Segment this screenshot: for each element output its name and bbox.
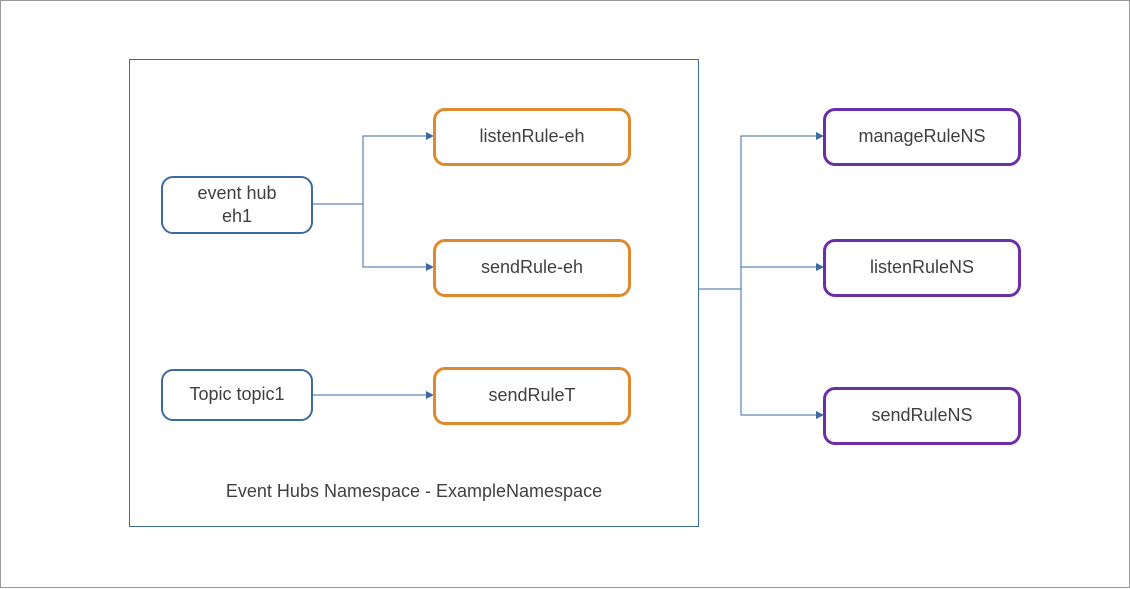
connector-ns-manage xyxy=(699,136,823,289)
connector-ns-listen xyxy=(699,267,823,289)
listen-rule-ns-box: listenRuleNS xyxy=(823,239,1021,297)
send-rule-t-box: sendRuleT xyxy=(433,367,631,425)
send-rule-eh-box: sendRule-eh xyxy=(433,239,631,297)
event-hub-line1: event hub xyxy=(197,183,276,203)
event-hub-line2: eh1 xyxy=(222,206,252,226)
listen-rule-ns-label: listenRuleNS xyxy=(870,256,974,279)
manage-rule-ns-box: manageRuleNS xyxy=(823,108,1021,166)
listen-rule-eh-label: listenRule-eh xyxy=(479,125,584,148)
event-hub-box: event hub eh1 xyxy=(161,176,313,234)
send-rule-ns-label: sendRuleNS xyxy=(871,404,972,427)
manage-rule-ns-label: manageRuleNS xyxy=(858,125,985,148)
namespace-caption: Event Hubs Namespace - ExampleNamespace xyxy=(129,481,699,502)
send-rule-ns-box: sendRuleNS xyxy=(823,387,1021,445)
listen-rule-eh-box: listenRule-eh xyxy=(433,108,631,166)
send-rule-t-label: sendRuleT xyxy=(488,384,575,407)
connector-ns-send xyxy=(699,289,823,415)
topic-box: Topic topic1 xyxy=(161,369,313,421)
diagram-canvas: event hub eh1 Topic topic1 listenRule-eh… xyxy=(0,0,1130,588)
topic-label: Topic topic1 xyxy=(189,383,284,406)
send-rule-eh-label: sendRule-eh xyxy=(481,256,583,279)
